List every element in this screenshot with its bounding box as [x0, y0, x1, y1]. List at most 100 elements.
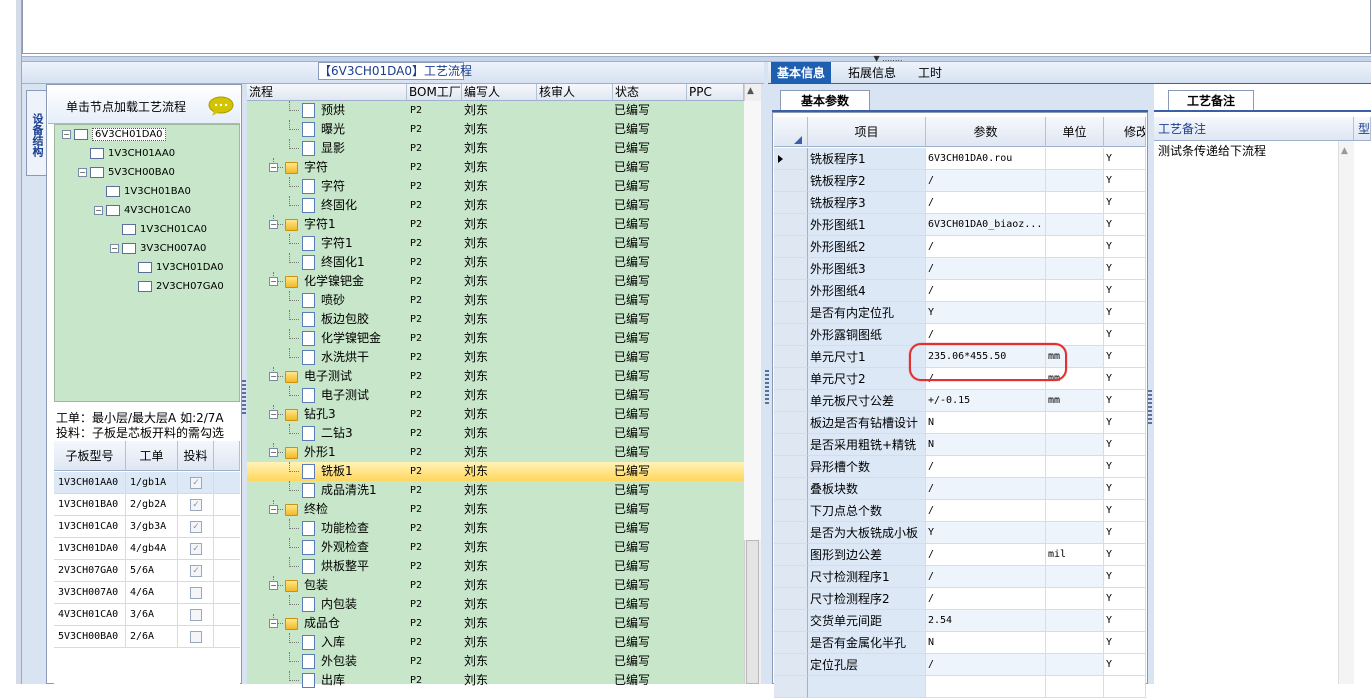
tree-node[interactable]: − 4V3CH01CA0	[94, 203, 191, 219]
cell-unit[interactable]	[1046, 170, 1104, 192]
flow-row[interactable]: 电子测试 P2 刘东 已编写	[247, 386, 744, 405]
cell-unit[interactable]	[1046, 192, 1104, 214]
col-header-writer[interactable]: 编写人	[462, 84, 537, 101]
param-row[interactable]: 交货单元间距 2.54 Y	[774, 610, 1146, 632]
cell-modify[interactable]: Y	[1104, 632, 1146, 654]
tree-node[interactable]: 1V3CH01DA0	[126, 260, 224, 276]
flow-row[interactable]: 预烘 P2 刘东 已编写	[247, 101, 744, 120]
cell-modify[interactable]: Y	[1104, 544, 1146, 566]
left-collapse-grip-icon[interactable]	[242, 380, 246, 416]
cell-modify[interactable]: Y	[1104, 368, 1146, 390]
row-header[interactable]	[774, 280, 808, 302]
collapse-toggle-icon[interactable]: −	[269, 505, 278, 514]
collapse-toggle-icon[interactable]: −	[269, 581, 278, 590]
flow-row[interactable]: 字符1 P2 刘东 已编写	[247, 234, 744, 253]
table-row[interactable]: 1V3CH01CA0 3/gb3A	[54, 516, 240, 538]
tab-basic-info[interactable]: 基本信息	[771, 62, 832, 84]
cell-param[interactable]: /	[926, 654, 1046, 676]
cell-modify[interactable]: Y	[1104, 324, 1146, 346]
cell-unit[interactable]	[1046, 610, 1104, 632]
param-row[interactable]: 是否有金属化半孔 N Y	[774, 632, 1146, 654]
row-header[interactable]	[774, 324, 808, 346]
collapse-toggle-icon[interactable]: −	[78, 167, 87, 177]
cell-modify[interactable]: Y	[1104, 500, 1146, 522]
cell-param[interactable]	[926, 676, 1046, 698]
flow-row[interactable]: 外包装 P2 刘东 已编写	[247, 652, 744, 671]
cell-param[interactable]: 6V3CH01DA0_biaoz...	[926, 214, 1046, 236]
feed-checkbox[interactable]: ✓	[190, 477, 202, 489]
cell-param[interactable]: 2.54	[926, 610, 1046, 632]
flow-row[interactable]: 显影 P2 刘东 已编写	[247, 139, 744, 158]
flow-row[interactable]: 水洗烘干 P2 刘东 已编写	[247, 348, 744, 367]
flow-row[interactable]: 功能检查 P2 刘东 已编写	[247, 519, 744, 538]
col-header-type[interactable]: 型号	[1354, 117, 1371, 141]
row-header[interactable]	[774, 434, 808, 456]
tab-process-notes[interactable]: 工艺备注	[1168, 90, 1254, 111]
cell-param[interactable]: /	[926, 478, 1046, 500]
cell-modify[interactable]: Y	[1104, 258, 1146, 280]
table-row[interactable]: 1V3CH01BA0 2/gb2A	[54, 494, 240, 516]
collapse-toggle-icon[interactable]: −	[269, 410, 278, 419]
flow-row[interactable]: 二钻3 P2 刘东 已编写	[247, 424, 744, 443]
cell-modify[interactable]: Y	[1104, 302, 1146, 324]
cell-modify[interactable]: Y	[1104, 654, 1146, 676]
flow-scroll-thumb[interactable]	[746, 540, 759, 684]
tab-work-hours[interactable]: 工时	[912, 62, 948, 84]
param-row[interactable]: 尺寸检测程序2/ Y	[774, 588, 1146, 610]
flow-row[interactable]: 字符 P2 刘东 已编写	[247, 177, 744, 196]
col-header-notes[interactable]: 工艺备注	[1154, 117, 1354, 141]
col-header-ppc[interactable]: PPC	[687, 84, 744, 101]
flow-row[interactable]: 终固化 P2 刘东 已编写	[247, 196, 744, 215]
row-header[interactable]	[774, 544, 808, 566]
feed-checkbox[interactable]: ✓	[190, 521, 202, 533]
cell-unit[interactable]	[1046, 676, 1104, 698]
collapse-toggle-icon[interactable]: −	[269, 220, 278, 229]
cell-param[interactable]: /	[926, 500, 1046, 522]
cell-unit[interactable]	[1046, 588, 1104, 610]
flow-row[interactable]: 终固化1 P2 刘东 已编写	[247, 253, 744, 272]
tree-node[interactable]: − 3V3CH007A0	[110, 241, 206, 257]
table-row[interactable]: 4V3CH01CA0 3/6A	[54, 604, 240, 626]
param-row[interactable]: 图形到边公差 / mil Y	[774, 544, 1146, 566]
cell-param[interactable]: N	[926, 632, 1046, 654]
right-collapse-grip-icon[interactable]	[1148, 390, 1152, 426]
flow-row[interactable]: − 终检 P2 刘东 已编写	[247, 500, 744, 519]
row-header[interactable]	[774, 610, 808, 632]
col-header-bom[interactable]: BOM工厂	[407, 84, 462, 101]
cell-unit[interactable]	[1046, 456, 1104, 478]
cell-modify[interactable]: Y	[1104, 148, 1146, 170]
table-row[interactable]: 1V3CH01AA0 1/gb1A	[54, 472, 240, 494]
cell-modify[interactable]	[1104, 676, 1146, 698]
tree-node[interactable]: 1V3CH01CA0	[110, 222, 207, 238]
cell-unit[interactable]	[1046, 522, 1104, 544]
col-header-item[interactable]: 项目	[808, 117, 926, 147]
cell-modify[interactable]: Y	[1104, 588, 1146, 610]
flow-row[interactable]: 曝光 P2 刘东 已编写	[247, 120, 744, 139]
cell-param[interactable]: +/-0.15	[926, 390, 1046, 412]
tab-extended-info[interactable]: 拓展信息	[842, 62, 902, 84]
param-row[interactable]: 是否为大板铣成小板 Y Y	[774, 522, 1146, 544]
notes-text[interactable]: 测试条传递给下流程	[1158, 142, 1266, 159]
collapse-toggle-icon[interactable]: −	[269, 448, 278, 457]
feed-checkbox[interactable]	[190, 609, 202, 621]
collapse-toggle-icon[interactable]: −	[94, 205, 103, 215]
flow-row[interactable]: 出库 P2 刘东 已编写	[247, 671, 744, 690]
table-row[interactable]: 5V3CH00BA0 2/6A	[54, 626, 240, 648]
col-header-status[interactable]: 状态	[613, 84, 687, 101]
cell-modify[interactable]: Y	[1104, 478, 1146, 500]
cell-unit[interactable]	[1046, 654, 1104, 676]
row-header[interactable]	[774, 566, 808, 588]
col-header-order[interactable]: 工单	[126, 441, 178, 471]
table-row[interactable]: 2V3CH07GA0 5/6A	[54, 560, 240, 582]
cell-unit[interactable]	[1046, 214, 1104, 236]
param-row[interactable]: 板边是否有钻槽设计 N Y	[774, 412, 1146, 434]
flow-row[interactable]: 外观检查 P2 刘东 已编写	[247, 538, 744, 557]
row-header[interactable]	[774, 478, 808, 500]
tab-device-structure[interactable]: 设备结构	[26, 90, 46, 176]
row-header[interactable]	[774, 456, 808, 478]
cell-modify[interactable]: Y	[1104, 434, 1146, 456]
row-header[interactable]	[774, 368, 808, 390]
flow-row[interactable]: 铣板1 P2 刘东 已编写	[247, 462, 744, 481]
cell-unit[interactable]	[1046, 302, 1104, 324]
cell-modify[interactable]: Y	[1104, 610, 1146, 632]
